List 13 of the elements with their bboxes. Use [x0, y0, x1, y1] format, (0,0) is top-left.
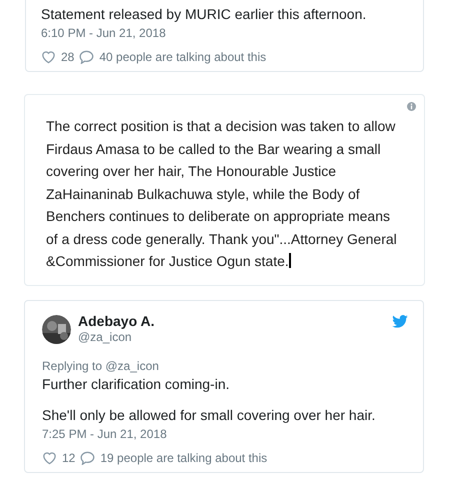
talking-count[interactable]: 19 people are talking about this: [100, 450, 268, 466]
author-name[interactable]: Adebayo A.: [78, 313, 154, 330]
tweet-timestamp[interactable]: 6:10 PM - Jun 21, 2018: [41, 25, 408, 41]
replying-to-text: Replying to @za_icon: [42, 358, 160, 374]
like-count: 12: [62, 450, 76, 466]
author-handle[interactable]: @za_icon: [78, 330, 154, 345]
tweet-timestamp[interactable]: 7:25 PM - Jun 21, 2018: [42, 426, 408, 442]
quote-text: The correct position is that a decision was taken to allow Firdaus Amasa to be called to the Bar wearing a small covering over her hair, The Honourable Justice ZaHainaninab Bulkachuwa style, while the Body of Benchers continues to deliberate on appropriate means of a dress code generally. Thank you"...Attorney General &Commissioner for Justice Ogun state.: [46, 117, 398, 271]
talking-count[interactable]: 40 people are talking about this: [99, 49, 266, 65]
tweet-text: Further clarification coming-in.: [42, 376, 231, 392]
tweet-text: Statement released by MURIC earlier this afternoon.: [41, 6, 368, 22]
tweet-text: She'll only be allowed for small covering over her hair.: [42, 407, 376, 423]
like-count: 28: [61, 49, 74, 65]
